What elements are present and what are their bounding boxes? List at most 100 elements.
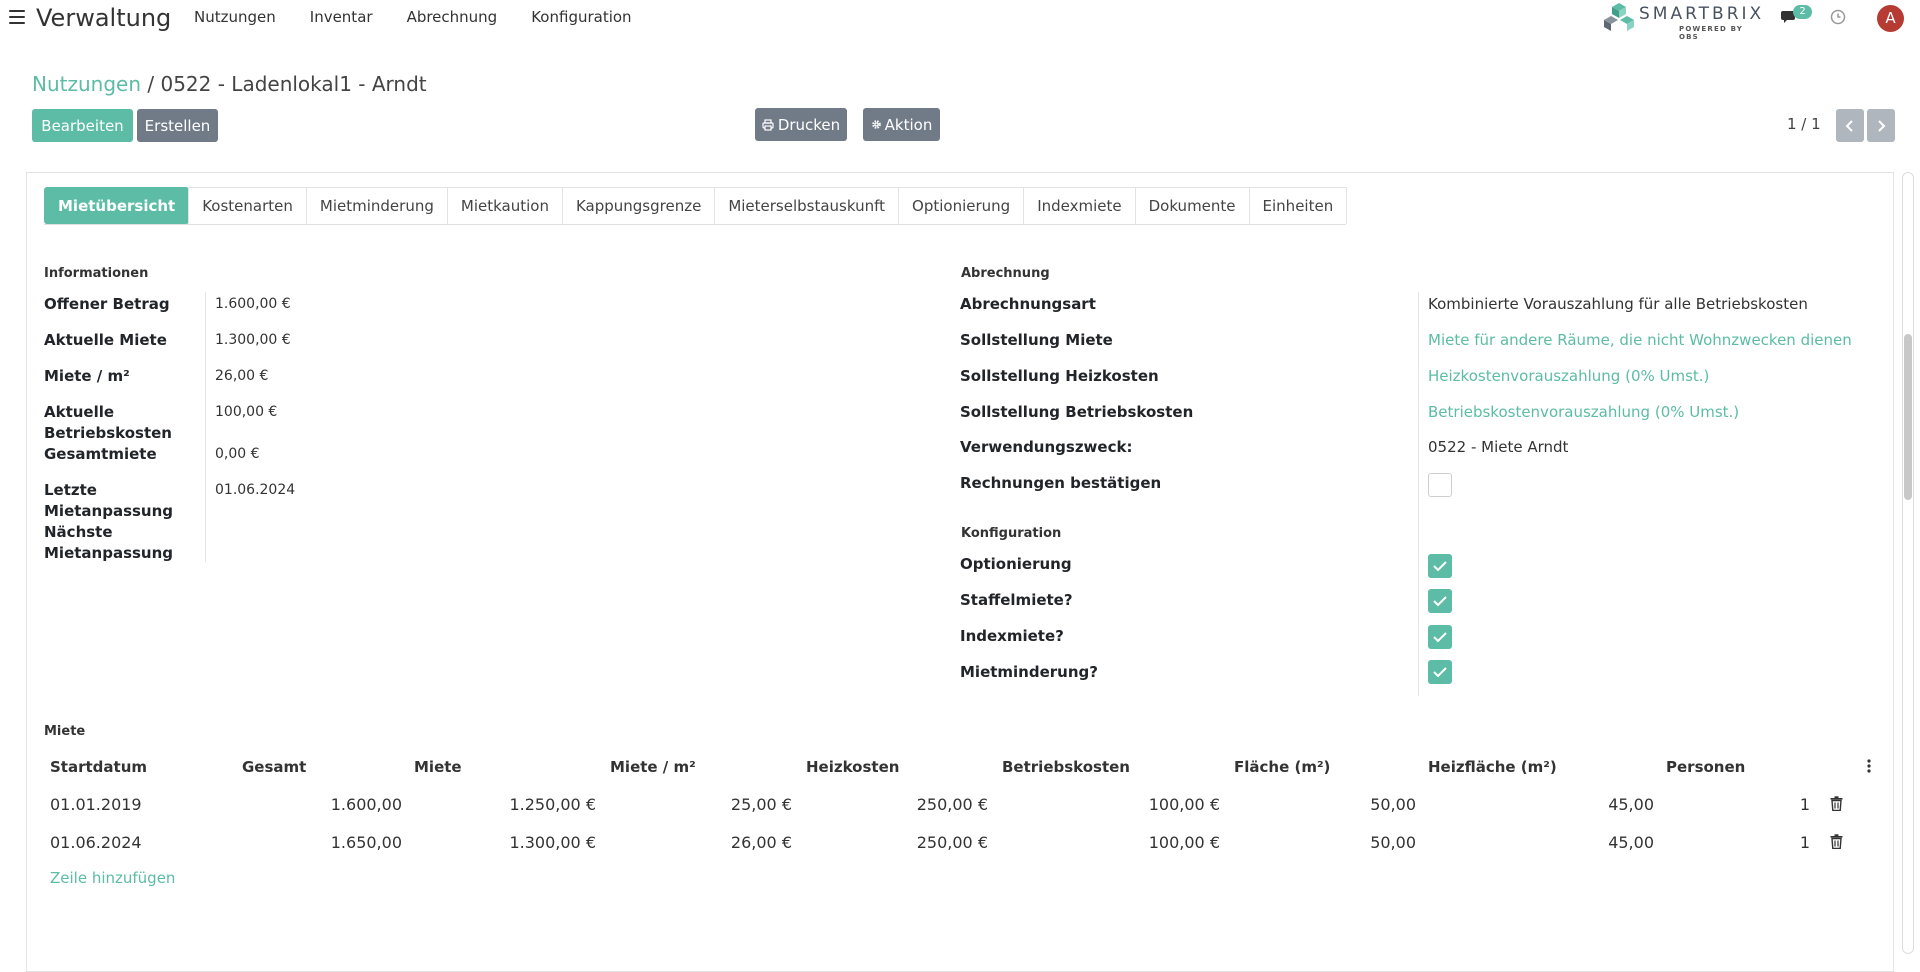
label-gesamtmiete: Gesamtmiete: [44, 445, 157, 463]
top-navbar: Verwaltung Nutzungen Inventar Abrechnung…: [0, 0, 1920, 41]
scrollbar-thumb[interactable]: [1904, 334, 1912, 500]
link-sollstellung-heizkosten[interactable]: Heizkostenvorauszahlung (0% Umst.): [1428, 367, 1709, 385]
value-aktuelle-miete: 1.300,00 €: [215, 332, 291, 348]
tab-einheiten[interactable]: Einheiten: [1248, 187, 1348, 224]
label-naechste-line-2: Mietanpassung: [44, 544, 174, 562]
section-title-abrechnung: Abrechnung: [961, 266, 1050, 281]
checkbox-staffelmiete[interactable]: [1428, 589, 1452, 613]
edit-button[interactable]: Bearbeiten: [32, 109, 133, 142]
value-aktuelle-betriebskosten: 100,00 €: [215, 404, 278, 420]
cell-heizflaeche[interactable]: 45,00: [1484, 795, 1654, 814]
breadcrumb-separator: /: [141, 72, 161, 96]
checkmark-icon: [1433, 596, 1447, 607]
menu-item-konfiguration[interactable]: Konfiguration: [531, 8, 631, 26]
value-miete-m2: 26,00 €: [215, 368, 269, 384]
label-aktuelle-betriebskosten-line-2: Betriebskosten: [44, 424, 172, 442]
cell-miete[interactable]: 1.250,00 €: [426, 795, 596, 814]
breadcrumb-parent-link[interactable]: Nutzungen: [32, 72, 141, 96]
action-button-label: Aktion: [884, 115, 933, 134]
cell-flaeche[interactable]: 50,00: [1246, 833, 1416, 852]
cell-gesamt[interactable]: 1.650,00: [232, 833, 402, 852]
cell-heizkosten[interactable]: 250,00 €: [818, 833, 988, 852]
column-header-personen[interactable]: Personen: [1666, 758, 1745, 776]
tab-mietkaution[interactable]: Mietkaution: [446, 187, 563, 224]
app-title[interactable]: Verwaltung: [36, 4, 171, 32]
section-title-informationen: Informationen: [44, 266, 149, 281]
tab-mietminderung[interactable]: Mietminderung: [305, 187, 448, 224]
column-header-startdatum[interactable]: Startdatum: [50, 758, 147, 776]
menu-item-abrechnung[interactable]: Abrechnung: [407, 8, 498, 26]
vertical-scrollbar[interactable]: [1902, 172, 1914, 954]
cell-betriebskosten[interactable]: 100,00 €: [1050, 833, 1220, 852]
print-button-label: Drucken: [777, 115, 841, 134]
column-header-heizkosten[interactable]: Heizkosten: [806, 758, 899, 776]
label-staffelmiete: Staffelmiete?: [960, 591, 1073, 609]
column-options-icon[interactable]: [1866, 758, 1872, 774]
tab-optionierung[interactable]: Optionierung: [898, 187, 1025, 224]
notebook-tabs: Mietübersicht Kostenarten Mietminderung …: [44, 187, 1348, 225]
tab-mietuebersicht[interactable]: Mietübersicht: [44, 187, 190, 224]
menu-icon[interactable]: [9, 10, 25, 24]
cell-miete-m2[interactable]: 26,00 €: [622, 833, 792, 852]
checkbox-optionierung[interactable]: [1428, 554, 1452, 578]
pager-previous-button[interactable]: [1836, 109, 1864, 142]
cell-heizkosten[interactable]: 250,00 €: [818, 795, 988, 814]
link-sollstellung-betriebskosten[interactable]: Betriebskostenvorauszahlung (0% Umst.): [1428, 403, 1739, 421]
column-header-betriebskosten[interactable]: Betriebskosten: [1002, 758, 1130, 776]
menu-item-inventar[interactable]: Inventar: [310, 8, 373, 26]
print-button[interactable]: Drucken: [755, 108, 847, 141]
cell-heizflaeche[interactable]: 45,00: [1484, 833, 1654, 852]
clock-icon[interactable]: [1830, 9, 1846, 25]
column-header-miete[interactable]: Miete: [414, 758, 462, 776]
brand-cube-icon: [1604, 3, 1634, 31]
value-offener-betrag: 1.600,00 €: [215, 296, 291, 312]
link-sollstellung-miete[interactable]: Miete für andere Räume, die nicht Wohnzw…: [1428, 331, 1852, 349]
label-naechste-mietanpassung: Nächste Mietanpassung: [44, 522, 173, 564]
trash-icon[interactable]: [1830, 834, 1843, 849]
tab-mieterselbstauskunft[interactable]: Mieterselbstauskunft: [714, 187, 900, 224]
user-avatar[interactable]: A: [1877, 5, 1904, 32]
column-header-gesamt[interactable]: Gesamt: [242, 758, 306, 776]
checkbox-mietminderung[interactable]: [1428, 660, 1452, 684]
cell-startdatum[interactable]: 01.06.2024: [50, 833, 142, 852]
action-button[interactable]: Aktion: [863, 108, 940, 141]
label-letzte-mietanpassung: Letzte Mietanpassung: [44, 480, 173, 522]
value-letzte-mietanpassung: 01.06.2024: [215, 482, 296, 498]
trash-icon[interactable]: [1830, 796, 1843, 811]
abrechnung-divider: [1418, 292, 1419, 696]
value-gesamtmiete: 0,00 €: [215, 446, 260, 462]
brand-name: SMARTBRIX: [1639, 4, 1765, 24]
tab-kappungsgrenze[interactable]: Kappungsgrenze: [561, 187, 716, 224]
label-sollstellung-heizkosten: Sollstellung Heizkosten: [960, 367, 1159, 385]
value-verwendungszweck[interactable]: 0522 - Miete Arndt: [1428, 438, 1568, 456]
cell-personen[interactable]: 1: [1760, 833, 1810, 852]
checkbox-indexmiete[interactable]: [1428, 625, 1452, 649]
pager-next-button[interactable]: [1867, 109, 1895, 142]
label-aktuelle-betriebskosten: Aktuelle Betriebskosten: [44, 402, 172, 444]
column-header-flaeche[interactable]: Fläche (m²): [1234, 758, 1330, 776]
cell-miete-m2[interactable]: 25,00 €: [622, 795, 792, 814]
cell-startdatum[interactable]: 01.01.2019: [50, 795, 142, 814]
section-title-konfiguration: Konfiguration: [961, 526, 1062, 541]
cell-flaeche[interactable]: 50,00: [1246, 795, 1416, 814]
cell-personen[interactable]: 1: [1760, 795, 1810, 814]
value-abrechnungsart[interactable]: Kombinierte Vorauszahlung für alle Betri…: [1428, 295, 1808, 313]
checkbox-rechnungen-bestaetigen[interactable]: [1428, 473, 1452, 497]
add-line-link[interactable]: Zeile hinzufügen: [50, 869, 175, 887]
menu-item-nutzungen[interactable]: Nutzungen: [194, 8, 276, 26]
create-button[interactable]: Erstellen: [137, 109, 218, 142]
tab-dokumente[interactable]: Dokumente: [1134, 187, 1250, 224]
checkmark-icon: [1433, 667, 1447, 678]
info-divider: [205, 292, 206, 562]
cell-gesamt[interactable]: 1.600,00: [232, 795, 402, 814]
label-naechste-line-1: Nächste: [44, 523, 113, 541]
column-header-heizflaeche[interactable]: Heizfläche (m²): [1428, 758, 1557, 776]
tab-indexmiete[interactable]: Indexmiete: [1023, 187, 1136, 224]
breadcrumb-current: 0522 - Ladenlokal1 - Arndt: [160, 72, 427, 96]
tab-kostenarten[interactable]: Kostenarten: [188, 187, 307, 224]
cell-miete[interactable]: 1.300,00 €: [426, 833, 596, 852]
label-aktuelle-miete: Aktuelle Miete: [44, 331, 167, 349]
label-rechnungen-bestaetigen: Rechnungen bestätigen: [960, 474, 1162, 492]
cell-betriebskosten[interactable]: 100,00 €: [1050, 795, 1220, 814]
column-header-miete-m2[interactable]: Miete / m²: [610, 758, 696, 776]
